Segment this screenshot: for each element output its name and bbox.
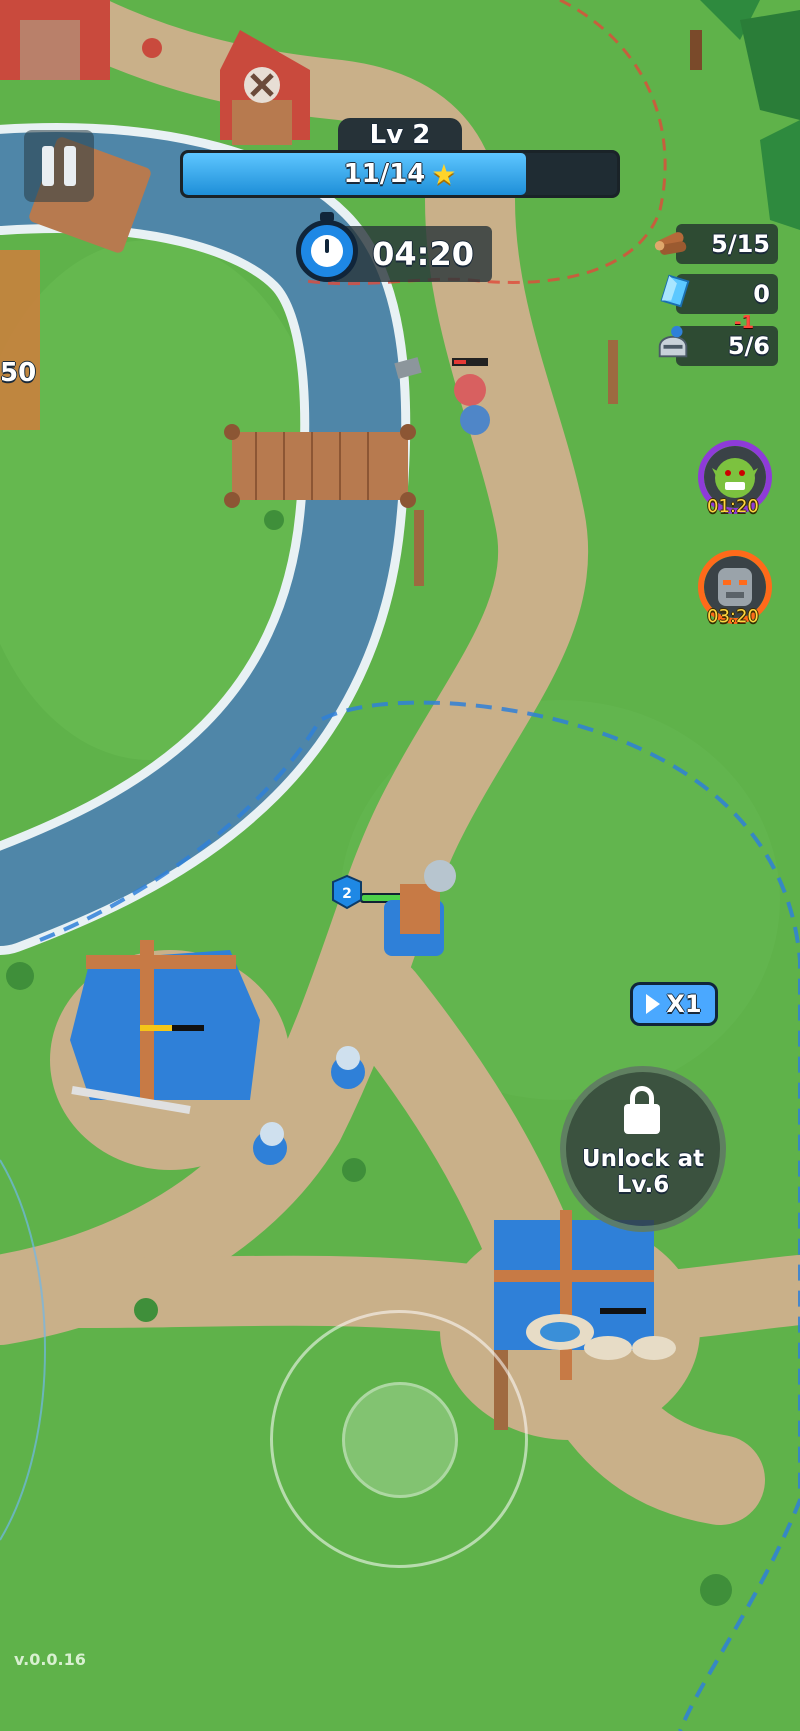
xp-text: 11/14 (343, 159, 426, 189)
soldier-delta: -1 (734, 312, 754, 333)
player-level: 2 (342, 886, 352, 902)
blue-barracks (70, 940, 260, 1114)
game-speed-button[interactable]: X1 (630, 982, 718, 1026)
speed-label: X1 (666, 990, 702, 1018)
wood-log-icon (654, 232, 687, 255)
star-icon: ★ (431, 157, 457, 191)
version-label: v.0.0.16 (14, 1650, 86, 1669)
blue-crystal-icon (660, 274, 690, 308)
pause-button[interactable] (24, 130, 94, 202)
wood-counter: 5/15 (676, 224, 778, 264)
level-label: Lv 2 (338, 118, 462, 152)
wooden-bridge (224, 424, 416, 508)
joystick-knob[interactable] (342, 1382, 458, 1498)
unlock-label: Unlock at Lv.6 (581, 1146, 705, 1198)
play-icon (646, 994, 661, 1014)
xp-bar: 11/14 ★ (180, 150, 620, 198)
golem-wave-time: 03:20 (707, 606, 759, 627)
knight-helmet-icon (658, 325, 688, 358)
lock-icon (624, 1104, 660, 1134)
enemy-building-value: 50 (0, 358, 37, 388)
stopwatch-icon (296, 220, 358, 282)
goblin-wave-time: 01:20 (707, 496, 759, 517)
pause-icon (42, 146, 54, 186)
